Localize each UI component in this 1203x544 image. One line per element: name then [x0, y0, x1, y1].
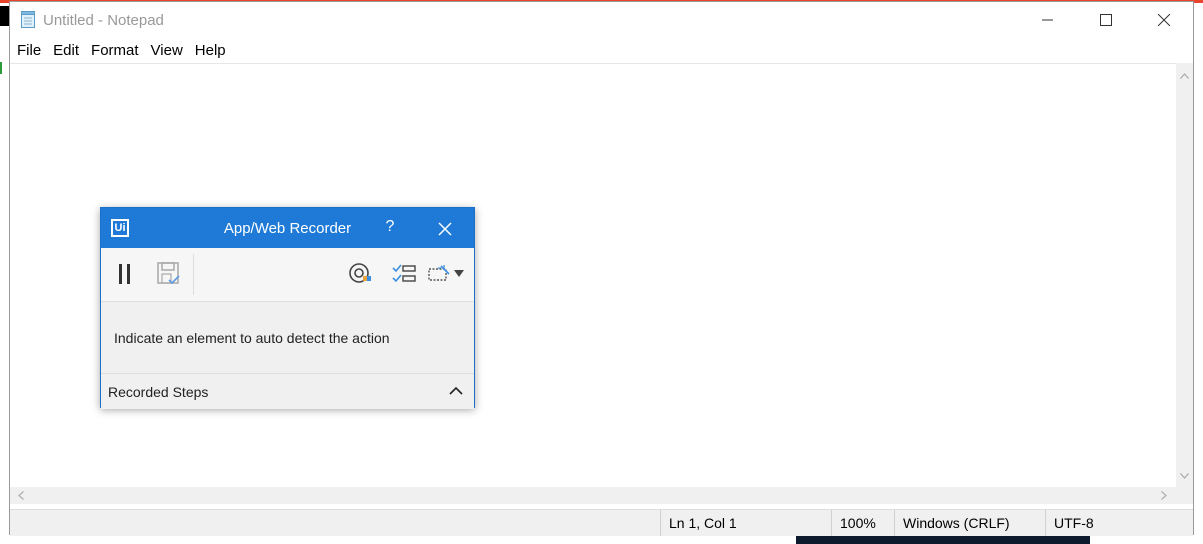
- menu-edit[interactable]: Edit: [47, 40, 85, 62]
- close-icon: [1158, 14, 1170, 26]
- window-title: Untitled - Notepad: [43, 12, 164, 29]
- background-window-fragment-green: [0, 62, 2, 74]
- menu-format[interactable]: Format: [85, 40, 145, 62]
- selector-icon: [428, 265, 464, 281]
- notepad-icon: [21, 11, 35, 28]
- pause-icon: [119, 264, 130, 284]
- status-zoom: 100%: [831, 510, 893, 536]
- title-bar[interactable]: Untitled - Notepad: [10, 2, 1193, 38]
- minimize-button[interactable]: [1019, 2, 1077, 38]
- scroll-down-arrow[interactable]: [1176, 467, 1193, 484]
- target-button[interactable]: [346, 260, 374, 288]
- steps-list-icon: [392, 264, 416, 283]
- background-window-fragment: [0, 6, 9, 26]
- menu-help[interactable]: Help: [189, 40, 232, 62]
- scroll-left-arrow[interactable]: [12, 487, 29, 504]
- chevron-up-icon: [1180, 72, 1189, 79]
- chevron-right-icon: [1160, 491, 1167, 500]
- app-web-recorder-panel: Ui App/Web Recorder ? Indicate an elemen…: [100, 207, 475, 409]
- toolbar-separator: [193, 254, 194, 295]
- scroll-right-arrow[interactable]: [1155, 487, 1172, 504]
- vertical-scrollbar[interactable]: [1176, 63, 1193, 487]
- save-button[interactable]: [154, 260, 184, 288]
- target-icon: [349, 263, 371, 283]
- status-encoding: UTF-8: [1045, 510, 1193, 536]
- status-cursor-position: Ln 1, Col 1: [660, 510, 830, 536]
- scroll-corner: [1176, 487, 1193, 504]
- close-button[interactable]: [1135, 2, 1193, 38]
- horizontal-scrollbar[interactable]: [10, 487, 1176, 504]
- background-window: [0, 0, 9, 544]
- help-button[interactable]: ?: [382, 218, 398, 236]
- maximize-icon: [1100, 14, 1112, 26]
- recorder-toolbar: [101, 248, 474, 302]
- recorded-steps-label: Recorded Steps: [108, 384, 209, 400]
- recorder-instruction: Indicate an element to auto detect the a…: [114, 330, 390, 346]
- recorder-title-bar[interactable]: Ui App/Web Recorder ?: [101, 208, 474, 248]
- menu-bar: File Edit Format View Help: [10, 40, 232, 62]
- status-line-ending: Windows (CRLF): [894, 510, 1044, 536]
- recorder-close-icon[interactable]: [436, 220, 454, 238]
- menu-file[interactable]: File: [10, 40, 47, 62]
- save-icon: [157, 262, 180, 285]
- recorder-title: App/Web Recorder: [223, 220, 352, 237]
- background-image-fragment: [796, 536, 1090, 544]
- steps-list-button[interactable]: [390, 260, 418, 288]
- chevron-up-icon[interactable]: [449, 385, 463, 397]
- status-bar: Ln 1, Col 1 100% Windows (CRLF) UTF-8: [10, 509, 1193, 536]
- recorded-steps-header[interactable]: Recorded Steps: [101, 373, 474, 409]
- selector-dropdown-button[interactable]: [427, 260, 467, 288]
- chevron-left-icon: [17, 491, 24, 500]
- scroll-up-arrow[interactable]: [1176, 67, 1193, 84]
- chevron-down-icon: [1180, 472, 1189, 479]
- minimize-icon: [1042, 19, 1053, 21]
- pause-button[interactable]: [113, 260, 137, 288]
- menu-view[interactable]: View: [145, 40, 189, 62]
- maximize-button[interactable]: [1077, 2, 1135, 38]
